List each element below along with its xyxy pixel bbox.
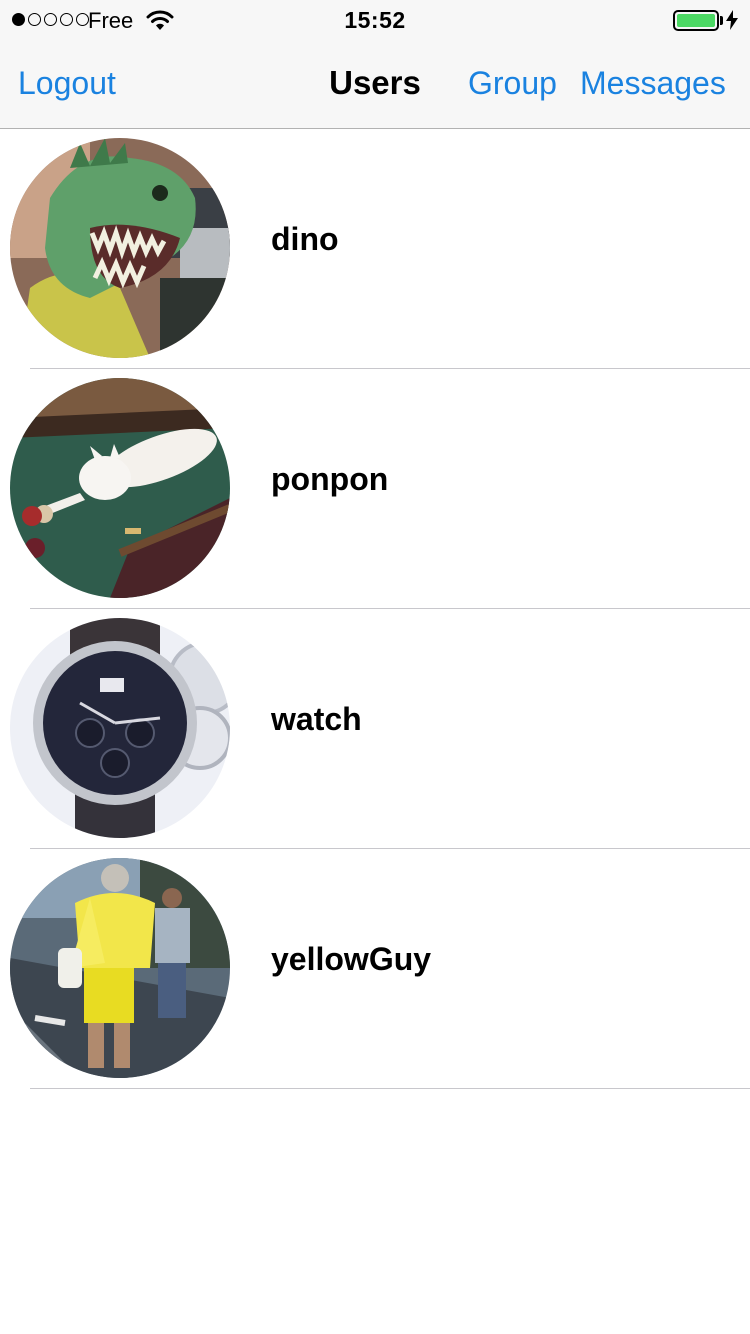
dinosaur-mask-photo xyxy=(10,138,230,358)
wristwatch-photo xyxy=(10,618,230,838)
list-item-user-yellowguy[interactable]: yellowGuy xyxy=(0,849,750,1089)
users-list: dino ponpon watch yellowGuy xyxy=(0,129,750,1089)
white-kitten-on-pool-table-photo xyxy=(10,378,230,598)
battery-icon xyxy=(673,10,719,31)
list-item-user-ponpon[interactable]: ponpon xyxy=(0,369,750,609)
charging-bolt-icon xyxy=(726,10,738,35)
user-name: dino xyxy=(271,221,339,257)
navigation-bar: Logout Users Group Messages xyxy=(0,40,750,129)
user-name: yellowGuy xyxy=(271,941,432,977)
messages-button[interactable]: Messages xyxy=(580,65,726,102)
avatar xyxy=(10,138,230,358)
user-name: ponpon xyxy=(271,461,389,497)
man-in-yellow-street-photo xyxy=(10,858,230,1078)
battery-level-fill xyxy=(677,14,715,27)
list-item-user-watch[interactable]: watch xyxy=(0,609,750,849)
row-divider xyxy=(30,1088,750,1089)
user-name: watch xyxy=(271,701,362,737)
group-button[interactable]: Group xyxy=(468,65,557,102)
status-bar: Free 15:52 xyxy=(0,0,750,40)
avatar xyxy=(10,618,230,838)
clock-time: 15:52 xyxy=(344,7,406,33)
battery-cap xyxy=(720,16,723,25)
avatar xyxy=(10,378,230,598)
avatar xyxy=(10,858,230,1078)
list-item-user-dino[interactable]: dino xyxy=(0,129,750,369)
